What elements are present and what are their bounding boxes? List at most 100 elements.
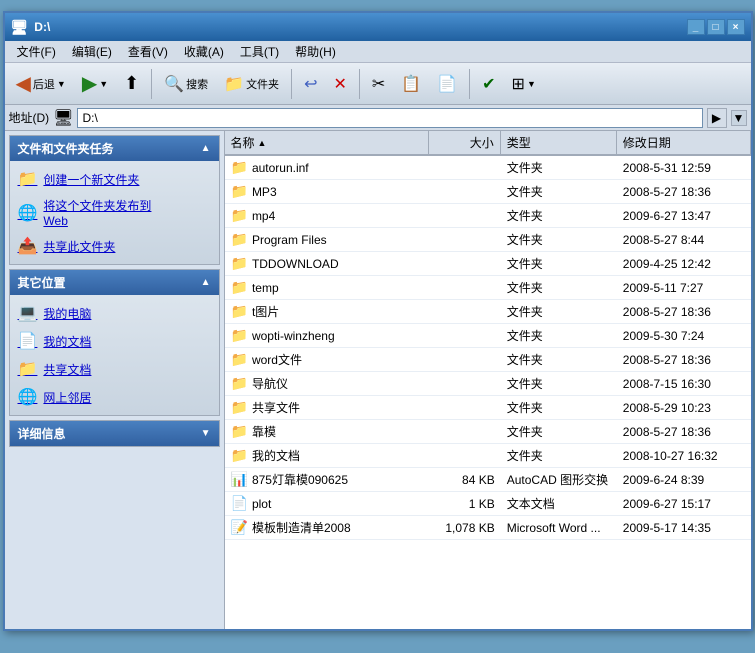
details-section-header[interactable]: 详细信息 ▼ (10, 421, 219, 446)
table-row[interactable]: 📁 mp4 文件夹 2009-6-27 13:47 (225, 204, 751, 228)
table-row[interactable]: 📝 模板制造清单2008 1,078 KB Microsoft Word ...… (225, 516, 751, 540)
cut-button[interactable]: ✂ (365, 70, 392, 98)
task-share-folder-label: 共享此文件夹 (43, 238, 115, 255)
menu-help[interactable]: 帮助(H) (287, 41, 344, 62)
file-list-header: 名称 ▲ 大小 类型 修改日期 (225, 131, 751, 156)
separator-3 (359, 69, 360, 99)
task-share-folder[interactable]: 📤 共享此文件夹 (18, 234, 211, 258)
folder-icon: 📁 (231, 231, 248, 248)
back-icon: ◀ (16, 71, 31, 96)
file-name: temp (252, 281, 279, 295)
copy-button[interactable]: 📋 (394, 70, 428, 98)
titlebar-buttons: _ □ × (687, 19, 745, 35)
places-my-documents[interactable]: 📄 我的文档 (18, 329, 211, 353)
menu-view[interactable]: 查看(V) (120, 41, 176, 62)
menu-tools[interactable]: 工具(T) (232, 41, 287, 62)
file-size-cell (429, 189, 501, 195)
forward-button[interactable]: ▶ ▼ (75, 67, 115, 100)
table-row[interactable]: 📄 plot 1 KB 文本文档 2009-6-27 15:17 (225, 492, 751, 516)
back-dropdown-icon[interactable]: ▼ (57, 79, 66, 89)
file-type-cell: 文件夹 (501, 444, 617, 467)
col-header-name[interactable]: 名称 ▲ (225, 131, 429, 154)
places-section-body: 💻 我的电脑 📄 我的文档 📁 共享文档 🌐 网上邻居 (10, 295, 219, 415)
delete-button[interactable]: ✕ (326, 70, 353, 98)
col-header-type[interactable]: 类型 (501, 131, 617, 154)
forward-dropdown-icon[interactable]: ▼ (99, 79, 108, 89)
close-button[interactable]: × (727, 19, 745, 35)
task-section-title: 文件和文件夹任务 (18, 140, 114, 157)
table-row[interactable]: 📁 MP3 文件夹 2008-5-27 18:36 (225, 180, 751, 204)
file-panel: 名称 ▲ 大小 类型 修改日期 📁 autorun.inf 文件夹 2008-5… (225, 131, 751, 629)
file-date-cell: 2009-6-27 15:17 (617, 494, 751, 514)
paste-button[interactable]: 📄 (430, 70, 464, 98)
file-name-cell: 📁 我的文档 (225, 444, 429, 467)
file-name-cell: 📁 靠模 (225, 420, 429, 443)
table-row[interactable]: 📁 wopti-winzheng 文件夹 2009-5-30 7:24 (225, 324, 751, 348)
addressbar-dropdown-button[interactable]: ▼ (731, 110, 747, 126)
task-create-folder[interactable]: 📁 创建一个新文件夹 (18, 167, 211, 191)
minimize-button[interactable]: _ (687, 19, 705, 35)
file-date-cell: 2009-5-30 7:24 (617, 326, 751, 346)
create-folder-icon: 📁 (18, 169, 38, 189)
menu-favorites[interactable]: 收藏(A) (176, 41, 232, 62)
file-name-cell: 📁 t图片 (225, 300, 429, 323)
file-type-cell: 文件夹 (501, 156, 617, 179)
task-section-header[interactable]: 文件和文件夹任务 ▲ (10, 136, 219, 161)
delete-icon: ✕ (333, 74, 346, 94)
menu-file[interactable]: 文件(F) (9, 41, 64, 62)
search-button[interactable]: 🔍 搜索 (157, 70, 215, 98)
details-section-title: 详细信息 (18, 425, 66, 442)
table-row[interactable]: 📁 word文件 文件夹 2008-5-27 18:36 (225, 348, 751, 372)
file-name-cell: 📁 mp4 (225, 204, 429, 227)
places-section-header[interactable]: 其它位置 ▲ (10, 270, 219, 295)
addressbar-go-button[interactable]: ▶ (707, 108, 727, 128)
file-rows: 📁 autorun.inf 文件夹 2008-5-31 12:59 📁 MP3 … (225, 156, 751, 540)
places-network-label: 网上邻居 (43, 389, 91, 406)
undo-button[interactable]: ↩ (297, 70, 324, 98)
maximize-button[interactable]: □ (707, 19, 725, 35)
file-name: mp4 (252, 209, 275, 223)
folder-button[interactable]: 📁 文件夹 (217, 70, 286, 98)
file-name-cell: 📁 TDDOWNLOAD (225, 252, 429, 275)
my-computer-icon: 💻 (18, 303, 38, 323)
file-name: word文件 (252, 351, 302, 368)
file-type-cell: 文本文档 (501, 492, 617, 515)
places-shared-documents[interactable]: 📁 共享文档 (18, 357, 211, 381)
addressbar: 地址(D) 🖥 ▶ ▼ (5, 105, 751, 131)
up-button[interactable]: ⬆ (117, 69, 146, 98)
table-row[interactable]: 📁 我的文档 文件夹 2008-10-27 16:32 (225, 444, 751, 468)
table-row[interactable]: 📁 t图片 文件夹 2008-5-27 18:36 (225, 300, 751, 324)
menubar: 文件(F) 编辑(E) 查看(V) 收藏(A) 工具(T) 帮助(H) (5, 41, 751, 63)
table-row[interactable]: 📁 autorun.inf 文件夹 2008-5-31 12:59 (225, 156, 751, 180)
table-row[interactable]: 📊 875灯靠模090625 84 KB AutoCAD 图形交换 2009-6… (225, 468, 751, 492)
table-row[interactable]: 📁 靠模 文件夹 2008-5-27 18:36 (225, 420, 751, 444)
task-publish-web-label: 将这个文件夹发布到Web (43, 197, 151, 228)
file-type-cell: Microsoft Word ... (501, 518, 617, 538)
addressbar-input[interactable] (77, 108, 702, 128)
places-section-chevron: ▲ (201, 277, 211, 288)
table-row[interactable]: 📁 导航仪 文件夹 2008-7-15 16:30 (225, 372, 751, 396)
file-size-cell (429, 453, 501, 459)
file-name: 导航仪 (252, 375, 288, 392)
file-type-cell: 文件夹 (501, 372, 617, 395)
folder-icon: 📁 (231, 399, 248, 416)
table-row[interactable]: 📁 共享文件 文件夹 2008-5-29 10:23 (225, 396, 751, 420)
back-button[interactable]: ◀ 后退 ▼ (9, 67, 73, 100)
places-my-computer[interactable]: 💻 我的电脑 (18, 301, 211, 325)
table-row[interactable]: 📁 Program Files 文件夹 2008-5-27 8:44 (225, 228, 751, 252)
file-name: MP3 (252, 185, 277, 199)
col-header-date[interactable]: 修改日期 (617, 131, 751, 154)
view-dropdown-icon[interactable]: ▼ (527, 79, 536, 89)
file-size-cell (429, 261, 501, 267)
col-header-size[interactable]: 大小 (429, 131, 501, 154)
places-network[interactable]: 🌐 网上邻居 (18, 385, 211, 409)
task-publish-web[interactable]: 🌐 将这个文件夹发布到Web (18, 195, 211, 230)
check-button[interactable]: ✔ (475, 70, 502, 98)
view-button[interactable]: ⊞ ▼ (505, 70, 543, 98)
table-row[interactable]: 📁 temp 文件夹 2009-5-11 7:27 (225, 276, 751, 300)
separator-2 (291, 69, 292, 99)
table-row[interactable]: 📁 TDDOWNLOAD 文件夹 2009-4-25 12:42 (225, 252, 751, 276)
file-type-cell: 文件夹 (501, 396, 617, 419)
file-date-cell: 2008-5-27 18:36 (617, 350, 751, 370)
menu-edit[interactable]: 编辑(E) (64, 41, 120, 62)
